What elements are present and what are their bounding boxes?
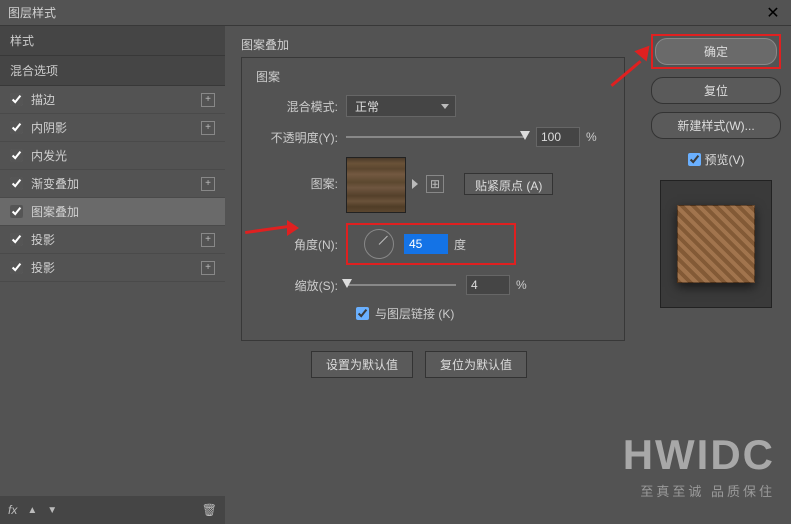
add-effect-icon[interactable]: +: [201, 177, 215, 191]
preview-label: 预览(V): [705, 151, 745, 168]
group-label: 图案: [256, 68, 610, 85]
style-checkbox[interactable]: [10, 233, 23, 246]
opacity-input[interactable]: [536, 127, 580, 147]
style-item-pattern-overlay[interactable]: 图案叠加: [0, 198, 225, 226]
left-panel: 样式 混合选项 描边 + 内阴影 + 内发光 渐变叠加 +: [0, 26, 225, 524]
move-up-icon[interactable]: ▲: [27, 505, 37, 516]
trash-icon[interactable]: 🗑: [202, 503, 217, 517]
opacity-unit: %: [586, 130, 597, 144]
opacity-label: 不透明度(Y):: [256, 129, 346, 146]
blending-options-header[interactable]: 混合选项: [0, 56, 225, 86]
style-item-stroke[interactable]: 描边 +: [0, 86, 225, 114]
snap-origin-button[interactable]: 贴紧原点 (A): [464, 173, 553, 195]
add-effect-icon[interactable]: +: [201, 261, 215, 275]
preview-box: [660, 180, 772, 308]
blend-mode-value: 正常: [355, 98, 379, 115]
slider-thumb[interactable]: [342, 279, 352, 288]
slider-thumb[interactable]: [520, 131, 530, 140]
style-checkbox[interactable]: [10, 149, 23, 162]
opacity-slider[interactable]: [346, 136, 526, 138]
style-item-label: 内阴影: [31, 119, 201, 136]
style-checkbox[interactable]: [10, 93, 23, 106]
link-row: 与图层链接 (K): [356, 305, 610, 322]
ok-button[interactable]: 确定: [655, 38, 777, 65]
blend-mode-select[interactable]: 正常: [346, 95, 456, 117]
scale-slider[interactable]: [346, 284, 456, 286]
move-down-icon[interactable]: ▼: [47, 505, 57, 516]
add-effect-icon[interactable]: +: [201, 233, 215, 247]
style-item-label: 描边: [31, 91, 201, 108]
titlebar: 图层样式 ✕: [0, 0, 791, 26]
pattern-group: 图案 混合模式: 正常 不透明度(Y): % 图案: ⊞ 贴紧原点 (A): [241, 57, 625, 341]
watermark-big: HWIDC: [623, 431, 775, 479]
angle-dial[interactable]: [364, 229, 394, 259]
scale-input[interactable]: [466, 275, 510, 295]
window-title: 图层样式: [8, 4, 763, 21]
style-checkbox[interactable]: [10, 205, 23, 218]
style-item-inner-shadow[interactable]: 内阴影 +: [0, 114, 225, 142]
link-checkbox[interactable]: [356, 307, 369, 320]
style-item-label: 渐变叠加: [31, 175, 201, 192]
default-buttons: 设置为默认值 复位为默认值: [311, 351, 625, 378]
scale-label: 缩放(S):: [256, 277, 346, 294]
pattern-swatch[interactable]: [346, 157, 406, 213]
center-panel: 图案叠加 图案 混合模式: 正常 不透明度(Y): % 图案: ⊞ 贴紧原: [225, 26, 641, 524]
preview-thumbnail: [677, 205, 755, 283]
blend-mode-label: 混合模式:: [256, 98, 346, 115]
new-style-button[interactable]: 新建样式(W)...: [651, 112, 781, 139]
close-icon[interactable]: ✕: [763, 3, 783, 23]
style-checkbox[interactable]: [10, 121, 23, 134]
chevron-right-icon[interactable]: [412, 179, 418, 189]
watermark-small: 至真至诚 品质保住: [623, 481, 775, 500]
style-item-label: 投影: [31, 231, 201, 248]
section-title: 图案叠加: [241, 36, 625, 53]
style-checkbox[interactable]: [10, 177, 23, 190]
angle-unit: 度: [454, 236, 466, 253]
style-item-label: 投影: [31, 259, 201, 276]
angle-input[interactable]: [404, 234, 448, 254]
style-item-gradient-overlay[interactable]: 渐变叠加 +: [0, 170, 225, 198]
opacity-row: 不透明度(Y): %: [256, 127, 610, 147]
scale-row: 缩放(S): %: [256, 275, 610, 295]
style-item-drop-shadow-1[interactable]: 投影 +: [0, 226, 225, 254]
pattern-row: 图案: ⊞ 贴紧原点 (A): [256, 157, 610, 213]
scale-unit: %: [516, 278, 527, 292]
fx-menu-icon[interactable]: fx: [8, 503, 17, 517]
pattern-label: 图案:: [256, 157, 346, 192]
preview-row[interactable]: 预览(V): [688, 151, 745, 168]
style-checkbox[interactable]: [10, 261, 23, 274]
style-item-drop-shadow-2[interactable]: 投影 +: [0, 254, 225, 282]
style-item-label: 图案叠加: [31, 203, 215, 220]
watermark: HWIDC 至真至诚 品质保住: [623, 431, 775, 500]
reset-button[interactable]: 复位: [651, 77, 781, 104]
annotation-arrow-icon: [245, 226, 295, 256]
annotation-arrow-icon: [607, 44, 651, 88]
angle-row-outer: 角度(N): 度: [256, 223, 610, 265]
angle-highlight: 度: [346, 223, 516, 265]
ok-highlight: 确定: [651, 34, 781, 69]
add-effect-icon[interactable]: +: [201, 93, 215, 107]
reset-default-button[interactable]: 复位为默认值: [425, 351, 527, 378]
preview-checkbox[interactable]: [688, 153, 701, 166]
blend-mode-row: 混合模式: 正常: [256, 95, 610, 117]
make-default-button[interactable]: 设置为默认值: [311, 351, 413, 378]
add-effect-icon[interactable]: +: [201, 121, 215, 135]
styles-header[interactable]: 样式: [0, 26, 225, 56]
new-pattern-icon[interactable]: ⊞: [426, 175, 444, 193]
left-footer: fx ▲ ▼ 🗑: [0, 496, 225, 524]
style-list: 描边 + 内阴影 + 内发光 渐变叠加 + 图案叠加: [0, 86, 225, 496]
link-label: 与图层链接 (K): [375, 305, 454, 322]
style-item-label: 内发光: [31, 147, 215, 164]
style-item-inner-glow[interactable]: 内发光: [0, 142, 225, 170]
